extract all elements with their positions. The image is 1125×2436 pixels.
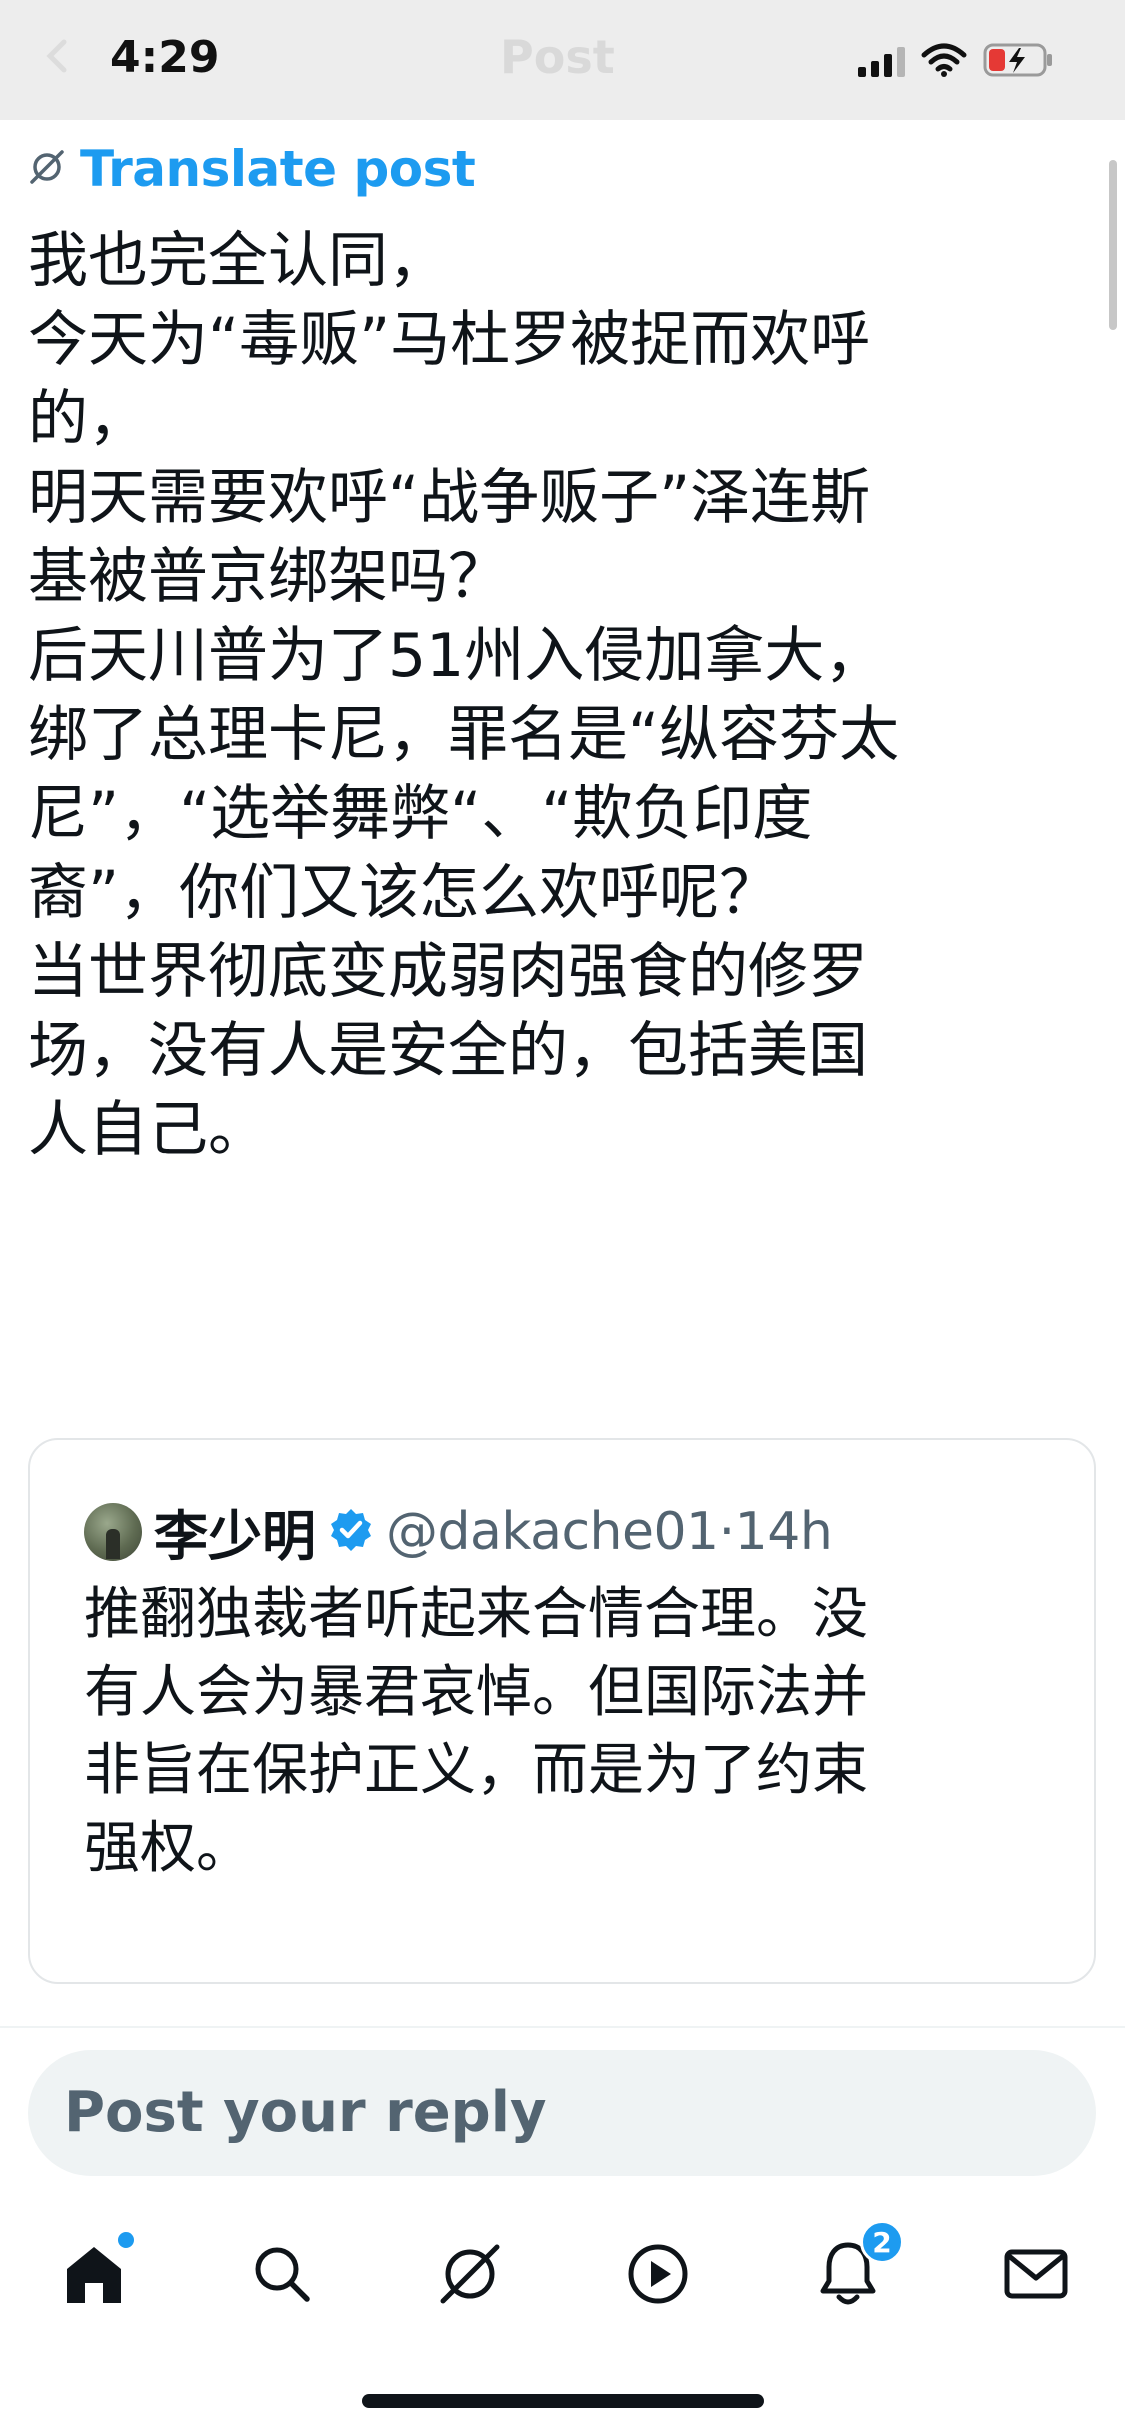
quote-line: 非旨在保护正义，而是为了约束 [84,1738,868,1803]
translate-post-label[interactable]: Translate post [80,140,476,198]
reply-input[interactable]: Post your reply [28,2050,1096,2176]
post-line: 我也完全认同， [28,226,448,296]
grok-slash-icon [28,148,66,190]
home-icon [59,2239,129,2313]
post-line: 明天需要欢呼“战争贩子”泽连斯 [28,463,871,533]
post-line: 基被普京绑架吗？ [28,542,508,612]
scrollbar[interactable] [1109,160,1117,330]
post-text: 我也完全认同， 今天为“毒贩”马杜罗被捉而欢呼 的， 明天需要欢呼“战争贩子”泽… [28,222,1088,1170]
post-line: 的， [28,384,148,454]
quote-line: 强权。 [84,1816,252,1881]
search-icon [249,2241,315,2311]
tab-messages[interactable] [998,2238,1074,2314]
status-time: 4:29 [110,32,220,83]
tab-grok[interactable] [432,2238,508,2314]
quoted-author-handle-time: @dakache01·14h [386,1501,833,1562]
post-line: 场，没有人是安全的，包括美国 [28,1016,868,1086]
tab-search[interactable] [244,2238,320,2314]
cellular-signal-icon [858,47,905,77]
tab-home[interactable] [56,2232,134,2314]
status-icons [858,42,1055,82]
status-bar: 4:29 Post [0,0,1125,120]
back-arrow-icon [40,36,80,76]
quoted-post-header: 李少明 @dakache01·14h [84,1492,833,1571]
post-line: 人自己。 [28,1095,268,1165]
battery-icon [983,42,1055,82]
post-line: 后天川普为了51州入侵加拿大， [28,621,885,691]
quoted-post-text: 推翻独裁者听起来合情合理。没 有人会为暴君哀悼。但国际法并 非旨在保护正义，而是… [84,1576,1044,1888]
verified-badge-icon [328,1507,374,1557]
divider [0,2026,1125,2028]
reply-placeholder: Post your reply [64,2080,547,2145]
post-line: 今天为“毒贩”马杜罗被捉而欢呼 [28,305,871,375]
post-line: 裔”，你们又该怎么欢呼呢？ [28,858,780,928]
tab-video[interactable] [620,2238,696,2314]
tab-notifications[interactable]: 2 [810,2220,904,2314]
quote-line: 推翻独裁者听起来合情合理。没 [84,1582,868,1647]
notifications-badge: 2 [860,2220,904,2264]
wifi-icon [921,43,967,81]
quoted-author-name[interactable]: 李少明 [154,1492,316,1571]
post-line: 尼”，“选举舞弊“、“欺负印度 [28,779,813,849]
messages-icon [1003,2246,1069,2306]
avatar[interactable] [84,1502,142,1561]
header-title: Post [500,30,615,84]
post-line: 当世界彻底变成弱肉强食的修罗 [28,937,868,1007]
home-unread-dot [118,2232,134,2248]
video-icon [625,2241,691,2311]
translate-post-button[interactable]: Translate post [28,140,476,198]
bottom-tab-bar: 2 [0,2220,1125,2330]
home-indicator[interactable] [362,2394,764,2408]
quote-line: 有人会为暴君哀悼。但国际法并 [84,1660,868,1725]
post-line: 绑了总理卡尼，罪名是“纵容芬太 [28,700,900,770]
grok-icon [435,2239,505,2313]
quoted-post-card[interactable]: 李少明 @dakache01·14h 推翻独裁者听起来合情合理。没 有人会为暴君… [28,1438,1096,1984]
